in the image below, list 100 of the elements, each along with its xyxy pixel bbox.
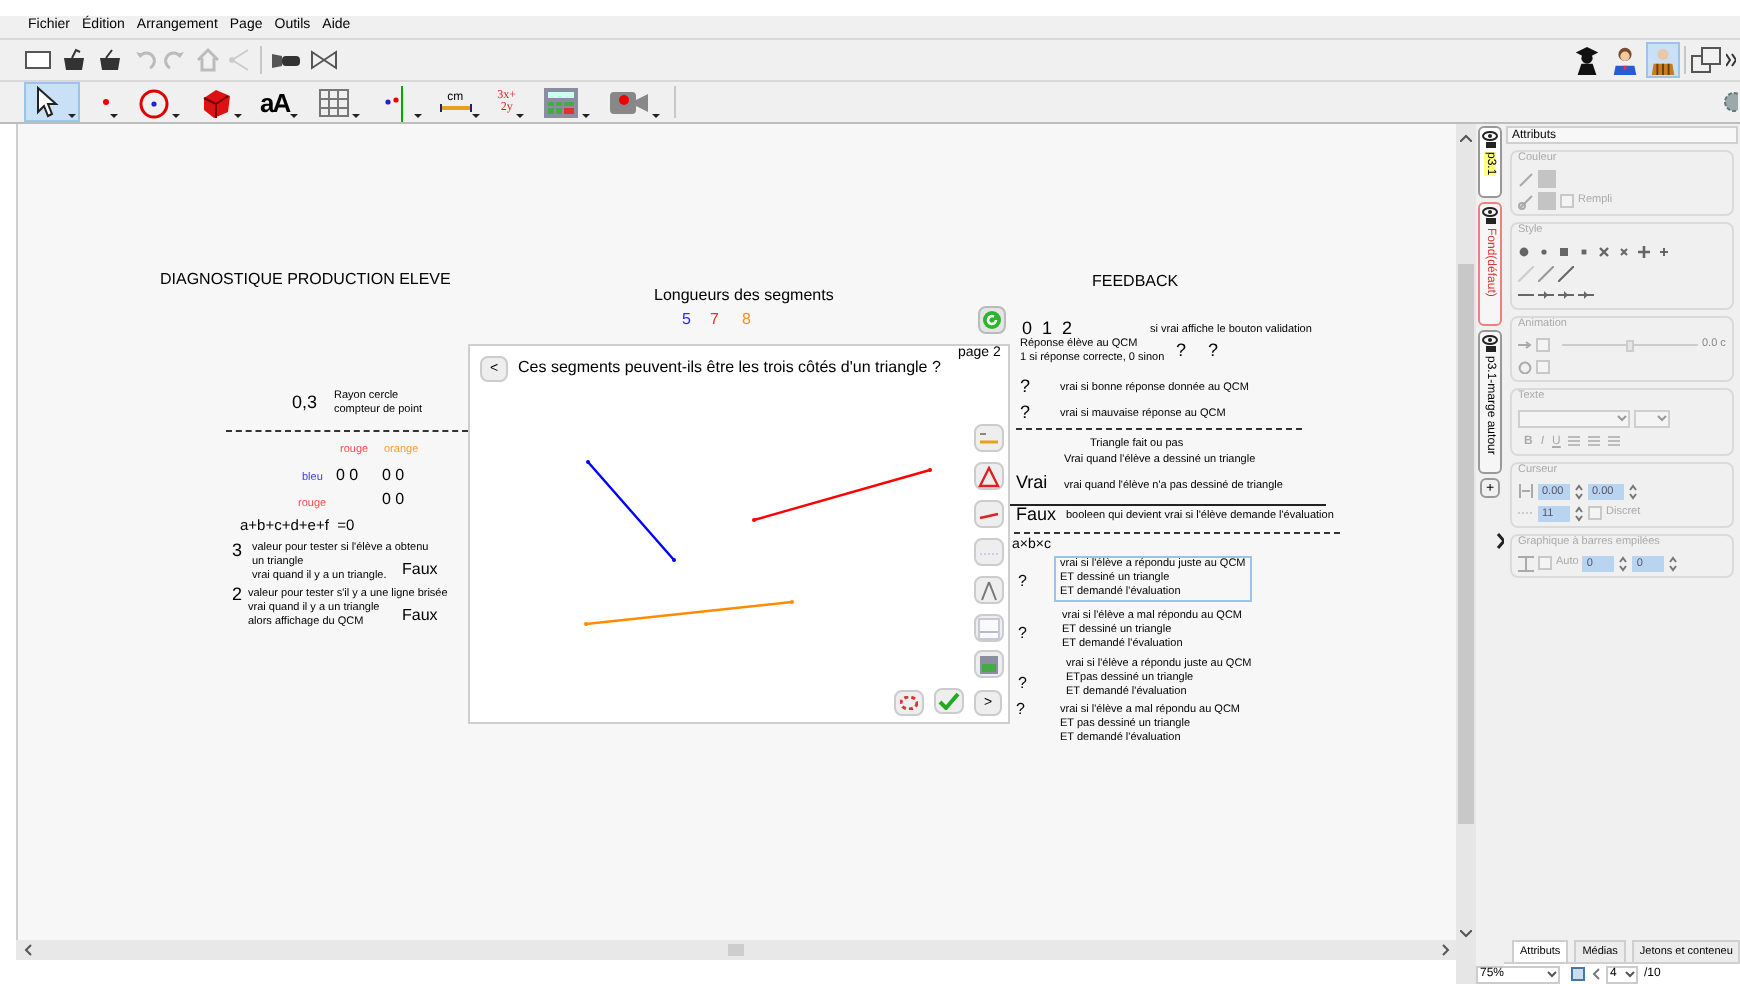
caret-icon [471, 114, 480, 120]
checkbox[interactable] [1538, 556, 1552, 570]
compass-icon [978, 579, 1000, 601]
value-text: 3 [232, 542, 243, 560]
spinner-icon [1618, 555, 1629, 571]
slider-thumb[interactable] [1626, 339, 1634, 351]
teacher-mode-button[interactable] [1608, 42, 1642, 78]
author-icon [1648, 44, 1678, 76]
checkmark-icon [938, 692, 960, 710]
point-style-icon [1598, 245, 1610, 257]
range-icon [1518, 484, 1534, 498]
section-title: FEEDBACK [1092, 274, 1179, 290]
measure-bar-icon [439, 104, 472, 112]
segments-heading: Longueurs des segments [654, 288, 834, 304]
help-button[interactable] [894, 690, 924, 716]
previous-page-button[interactable] [1592, 968, 1600, 980]
checkbox[interactable] [1536, 338, 1550, 352]
brush-icon [1518, 193, 1534, 209]
graduate-mode-button[interactable] [1570, 42, 1604, 78]
grid-icon [315, 83, 352, 121]
table-tool-button[interactable] [538, 82, 595, 122]
eye-lock-icon [1482, 334, 1498, 352]
step-icon [1518, 506, 1534, 520]
home-icon [196, 46, 220, 74]
value-text: ? [1018, 574, 1027, 590]
spinner-icon [1628, 483, 1638, 499]
size-dropdown[interactable] [1634, 409, 1670, 427]
refresh-icon [982, 310, 1002, 330]
basket-button[interactable] [60, 44, 88, 76]
triangle-tool-button[interactable] [974, 462, 1004, 490]
value-text: Vrai [1016, 474, 1048, 492]
value-text: ? [1018, 676, 1027, 692]
value-text: ? [1018, 626, 1027, 642]
basket-icon [60, 46, 88, 74]
calculator-icon [978, 653, 1000, 675]
compass-tool-button[interactable] [974, 576, 1004, 604]
value-text: 0,3 [292, 394, 318, 412]
checkbox[interactable] [1560, 194, 1574, 208]
value-text: ? [1016, 702, 1025, 718]
graduate-icon [1572, 44, 1602, 76]
refresh-button[interactable] [978, 306, 1006, 334]
bowtie-icon [310, 46, 338, 74]
eye-lock-icon [1482, 130, 1498, 148]
bowtie-button[interactable] [310, 44, 338, 76]
ruler-tool-button[interactable] [974, 424, 1004, 452]
value-text: Faux [402, 562, 438, 578]
section-title: DIAGNOSTIQUE PRODUCTION ELEVE [160, 272, 451, 288]
page-icon [1570, 966, 1586, 982]
value-text: 0 0 [336, 468, 359, 484]
chevron-left-icon [1592, 968, 1600, 980]
bar-stack-icon [1518, 555, 1534, 571]
redo-icon [164, 46, 188, 74]
caret-icon [351, 114, 360, 120]
value-text: ? [1020, 404, 1031, 422]
basket-button[interactable] [96, 44, 124, 76]
settings-icon [1722, 90, 1738, 114]
spinner-icon [1574, 505, 1584, 521]
window-icon [1690, 46, 1722, 74]
pointer-tool-button[interactable] [24, 82, 80, 122]
color-swatch[interactable] [1538, 192, 1556, 210]
caret-icon [516, 114, 525, 120]
segment-tool-button[interactable] [974, 500, 1004, 528]
window-button[interactable] [1690, 46, 1722, 74]
basket-icon [96, 46, 124, 74]
arrow-icon [1518, 340, 1532, 350]
value-text: Faux [402, 608, 438, 624]
new-document-icon [24, 46, 52, 74]
value-text: ? [1020, 378, 1031, 396]
lifebuoy-icon [900, 696, 918, 710]
length-value: 5 [682, 312, 691, 328]
eye-lock-icon [1482, 206, 1498, 224]
value-text: ? [1176, 342, 1187, 360]
value-text: 0 0 [382, 492, 405, 508]
spinner-icon [1574, 483, 1584, 499]
caret-icon [68, 114, 76, 120]
caret-icon [582, 114, 591, 120]
teacher-icon [1610, 44, 1640, 76]
pen-icon [1518, 171, 1534, 187]
point-style-icon [1618, 245, 1630, 257]
checkbox[interactable] [1536, 360, 1550, 374]
validate-button[interactable] [934, 688, 964, 714]
author-mode-button[interactable] [1646, 42, 1680, 78]
caret-icon [172, 114, 180, 120]
point-icon [102, 98, 110, 106]
scroll-thumb[interactable] [728, 944, 744, 956]
more-button[interactable] [1726, 52, 1736, 68]
value-text: 0 0 [382, 468, 405, 484]
calculator-icon [542, 83, 583, 121]
checkbox[interactable] [1588, 506, 1602, 520]
value-text: 0 1 2 [1022, 320, 1073, 338]
scroll-thumb[interactable] [1458, 264, 1474, 824]
color-swatch[interactable] [1538, 170, 1556, 188]
slider[interactable] [1562, 339, 1698, 351]
calculator-tool-button[interactable] [974, 650, 1004, 678]
value-text: Faux [1016, 506, 1057, 524]
align-icon [1608, 436, 1621, 446]
text-tool-button[interactable]: aA [256, 82, 302, 122]
caret-icon [413, 114, 422, 120]
settings-button[interactable] [1722, 90, 1738, 114]
ruler-icon [978, 427, 1000, 449]
